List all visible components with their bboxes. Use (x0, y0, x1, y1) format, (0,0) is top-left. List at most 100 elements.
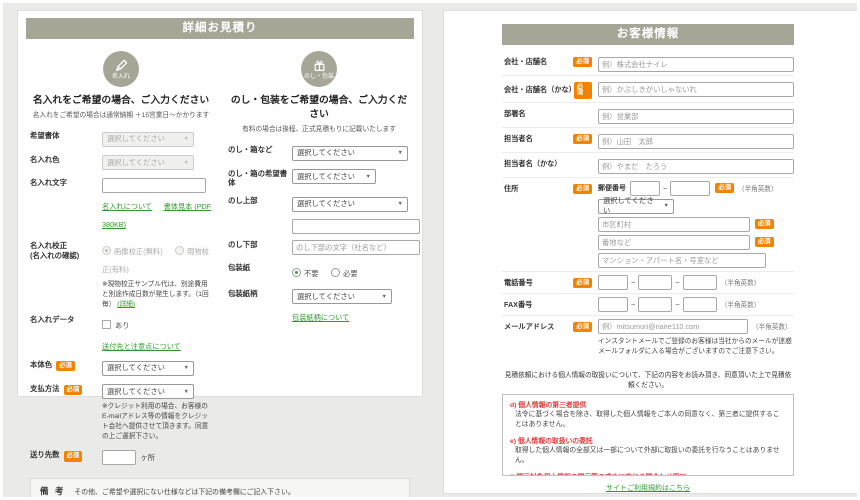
required-badge: 必須 (573, 57, 592, 67)
destination-count-input[interactable] (102, 450, 136, 465)
remarks-label: 備 考 (40, 485, 65, 497)
contact-kana-label: 担当者名（かな） (502, 156, 598, 169)
chevron-down-icon: ▼ (184, 136, 189, 142)
fax-input-3[interactable] (683, 297, 717, 312)
noshi-subheading: 有料の場合は後程、正式見積もりに記載いたします (228, 123, 410, 133)
privacy-heading-f: f) 開示対象個人情報の開示等の求めに応じる問合わせ窓口 (510, 471, 786, 475)
zip-input-1[interactable] (630, 181, 660, 196)
noshi-section: のし・包装 のし・包装をご希望の場合、ご入力ください 有料の場合は後程、正式見積… (220, 43, 418, 470)
wrap-pattern-link[interactable]: 包装紙柄について (292, 313, 349, 322)
shipping-notes-link[interactable]: 送付先と注意点について (102, 342, 181, 351)
naire-data-checkbox[interactable] (102, 320, 111, 329)
required-badge: 必須 (755, 219, 774, 229)
phone-input-2[interactable] (638, 275, 672, 290)
chevron-down-icon: ▼ (366, 174, 371, 180)
noshi-heading: のし・包装をご希望の場合、ご入力ください (228, 92, 410, 120)
noshi-lower-input[interactable] (292, 240, 420, 255)
destination-count-label: 送り先数必須 (30, 447, 102, 461)
wrapping-paper-label: 包装紙 (228, 260, 292, 273)
required-badge: 必須 (573, 134, 592, 144)
required-badge: 必須 (573, 184, 592, 194)
gift-icon (313, 59, 326, 72)
zip-input-2[interactable] (670, 181, 710, 196)
payment-label: 支払方法必須 (30, 381, 102, 395)
email-note: （半角英数） (752, 321, 792, 331)
privacy-policy-box[interactable]: d) 個人情報の第三者提供 法令に基づく場合を除き、取得した個人情報をご本人の同… (502, 394, 794, 476)
wrap-pattern-select[interactable]: 選択してください▼ (292, 289, 392, 304)
privacy-body-d: 法令に基づく場合を除き、取得した個人情報をご本人の同意なく、第三者に提供すること… (515, 410, 786, 430)
proof-image-radio[interactable] (102, 246, 111, 255)
wrap-no-radio[interactable] (292, 268, 301, 277)
noshi-font-select[interactable]: 選択してください▼ (292, 169, 376, 184)
naire-text-input[interactable] (102, 178, 206, 193)
naire-data-checkbox-label: あり (115, 321, 130, 330)
page-background: 詳細お見積り 名入れ 名入れをご希望の場合、ご入力ください 名入れをご希望の場合… (0, 0, 860, 500)
wrap-pattern-label: 包装紙柄 (228, 286, 292, 299)
naire-heading: 名入れをご希望の場合、ご入力ください (30, 92, 212, 106)
noshi-lower-label: のし下部 (228, 237, 292, 250)
chevron-down-icon: ▼ (184, 160, 189, 166)
body-color-label: 本体色必須 (30, 357, 102, 371)
phone-input-3[interactable] (683, 275, 717, 290)
payment-note: ※クレジット利用の場合、お客様のE-mailアドレス等の情報をクレジット会社へ提… (102, 402, 212, 442)
proof-physical-radio[interactable] (175, 246, 184, 255)
privacy-body-e: 取得した個人情報の全部又は一部について外部に取扱いの委託を行なうことはありません… (515, 446, 786, 466)
fax-input-2[interactable] (638, 297, 672, 312)
contact-name-input[interactable] (598, 134, 794, 149)
noshi-circle-label: のし・包装 (304, 74, 334, 80)
company-kana-input[interactable] (598, 82, 794, 97)
chevron-down-icon: ▼ (398, 150, 403, 156)
required-badge: 必須 (573, 278, 592, 288)
detail-quote-panel: 詳細お見積り 名入れ 名入れをご希望の場合、ご入力ください 名入れをご希望の場合… (17, 10, 423, 397)
phone-note: （半角英数） (721, 277, 761, 287)
phone-input-1[interactable] (598, 275, 628, 290)
city-input[interactable] (598, 217, 750, 232)
proof-image-radio-label: 画像校正(無料) (114, 247, 163, 256)
wrap-no-radio-label: 不要 (304, 269, 319, 278)
email-caution: インスタントメールでご登録のお客様は当社からのメールが迷惑メールフォルダに入る場… (598, 337, 794, 357)
naire-circle-label: 名入れ (112, 74, 130, 80)
proof-detail-link[interactable]: (詳細) (117, 301, 135, 308)
privacy-heading-e: e) 個人情報の取扱いの委託 (510, 435, 786, 445)
font-select[interactable]: 選択してください▼ (102, 132, 194, 147)
site-terms-link[interactable]: サイトご利用規約はこちら (606, 483, 690, 493)
fax-note: （半角英数） (721, 299, 761, 309)
prefecture-select[interactable]: 選択してください▼ (598, 199, 674, 214)
noshi-box-select[interactable]: 選択してください▼ (292, 146, 408, 161)
phone-label: 電話番号必須 (502, 275, 598, 288)
zip-note: （半角英数） (738, 183, 778, 193)
department-input[interactable] (598, 109, 794, 124)
noshi-badge-circle: のし・包装 (301, 51, 337, 87)
proof-note: ※現物校正サンプル代は、別途費用と別途作成日数が発生します。（1回毎） (詳細) (102, 280, 212, 310)
body-color-select[interactable]: 選択してください▼ (102, 361, 194, 376)
naire-about-link[interactable]: 名入れについて (102, 202, 152, 211)
noshi-font-label: のし・箱の希望書体 (228, 166, 292, 189)
noshi-upper-input[interactable] (292, 219, 420, 234)
required-badge: 必須 (715, 183, 734, 193)
required-badge: 必須 (56, 361, 75, 371)
required-badge: 必須 (574, 82, 592, 99)
naire-color-select[interactable]: 選択してください▼ (102, 155, 194, 170)
naire-section: 名入れ 名入れをご希望の場合、ご入力ください 名入れをご希望の場合は通常納期 ＋… (22, 43, 220, 470)
customer-info-panel: お客様情報 会社・店舗名必須 会社・店舗名（かな）必須 部署名 担当者名必須 担… (443, 10, 860, 494)
fax-input-1[interactable] (598, 297, 628, 312)
wrap-yes-radio[interactable] (331, 268, 340, 277)
wrap-yes-radio-label: 必要 (343, 269, 358, 278)
chevron-down-icon: ▼ (184, 389, 189, 395)
department-label: 部署名 (502, 106, 598, 119)
company-name-input[interactable] (598, 57, 794, 72)
payment-select[interactable]: 選択してください▼ (102, 384, 194, 399)
required-badge: 必須 (755, 237, 774, 247)
destination-count-suffix: ヶ所 (140, 453, 155, 462)
detail-quote-title: 詳細お見積り (26, 18, 414, 39)
street-input[interactable] (598, 235, 750, 250)
contact-kana-input[interactable] (598, 159, 794, 174)
chevron-down-icon: ▼ (184, 365, 189, 371)
building-input[interactable] (598, 253, 766, 268)
email-label: メールアドレス必須 (502, 319, 598, 332)
naire-badge-circle: 名入れ (103, 51, 139, 87)
noshi-upper-select[interactable]: 選択してください▼ (292, 197, 408, 212)
naire-text-label: 名入れ文字 (30, 175, 102, 188)
email-input[interactable] (598, 319, 748, 334)
company-name-label: 会社・店舗名必須 (502, 54, 598, 67)
